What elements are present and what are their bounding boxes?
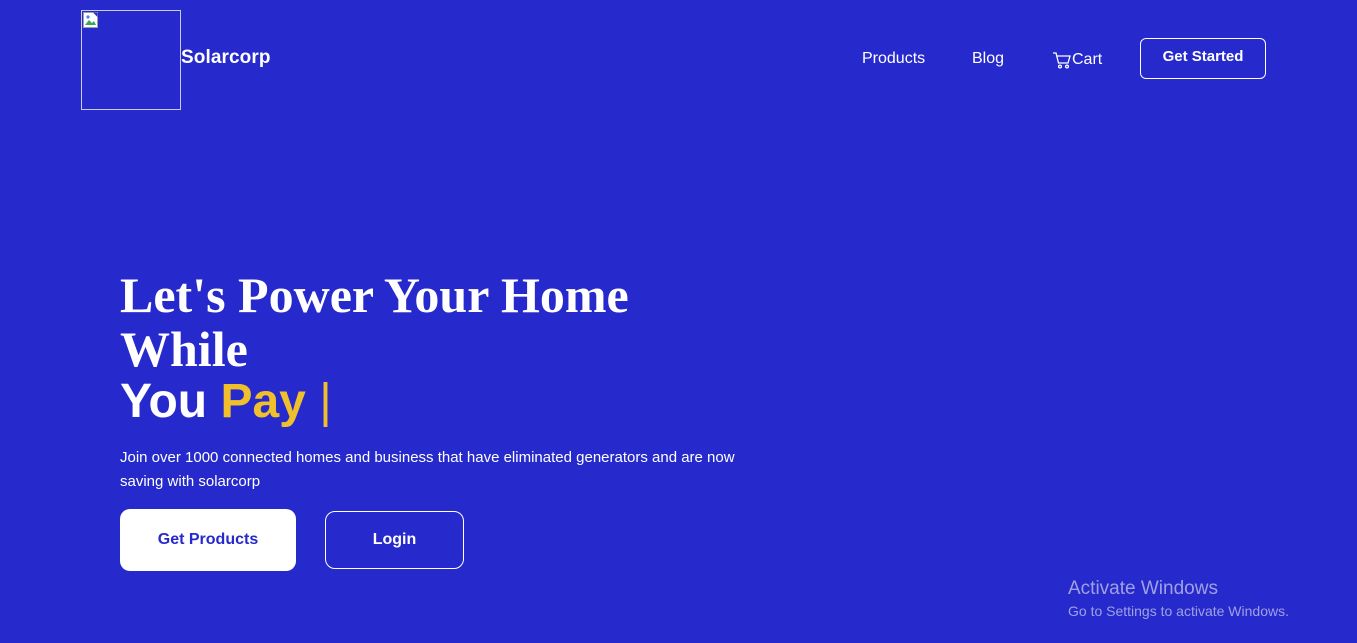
hero-title: Let's Power Your Home While — [120, 267, 629, 377]
brand-name[interactable]: Solarcorp — [181, 47, 271, 69]
hero-line2-prefix: You — [120, 375, 208, 428]
landing-page: Solarcorp Products Blog Cart Get Started… — [0, 0, 1357, 643]
activate-windows-subtitle: Go to Settings to activate Windows. — [1068, 603, 1289, 619]
activate-windows-title: Activate Windows — [1068, 578, 1218, 599]
get-started-button[interactable]: Get Started — [1140, 38, 1266, 79]
login-button[interactable]: Login — [325, 511, 464, 569]
typing-cursor: | — [319, 375, 332, 428]
nav-products-link[interactable]: Products — [862, 50, 925, 68]
nav-cart-link[interactable]: Cart — [1052, 50, 1102, 70]
cart-label: Cart — [1072, 51, 1103, 68]
hero-typed-word: Pay — [220, 375, 306, 428]
get-products-button[interactable]: Get Products — [120, 509, 296, 571]
cart-icon — [1053, 52, 1071, 69]
logo-image[interactable] — [81, 10, 181, 110]
nav-blog-link[interactable]: Blog — [972, 50, 1004, 68]
hero-subtitle: Join over 1000 connected homes and busin… — [120, 449, 735, 490]
hero-typing-line: You Pay | — [120, 372, 332, 432]
broken-image-icon — [83, 12, 98, 28]
